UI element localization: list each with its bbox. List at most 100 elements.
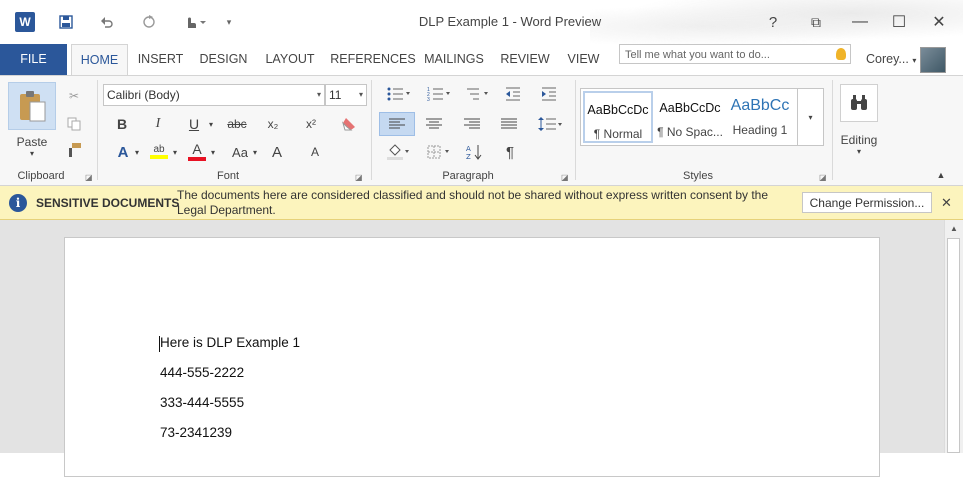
font-name-combo[interactable]: Calibri (Body) ▾ — [103, 84, 325, 106]
user-name: Corey... — [866, 52, 909, 66]
align-right-icon[interactable] — [462, 114, 482, 134]
svg-text:3: 3 — [427, 97, 430, 101]
style-sample: AaBbCcDc — [587, 103, 649, 117]
binoculars-icon[interactable] — [840, 84, 878, 122]
show-formatting-marks-button[interactable]: ¶ — [500, 142, 520, 162]
underline-dropdown-icon[interactable]: ▾ — [206, 114, 216, 134]
tab-layout[interactable]: LAYOUT — [262, 44, 318, 75]
redo-icon[interactable] — [138, 10, 160, 34]
collapse-ribbon-icon[interactable]: ▲ — [934, 168, 948, 182]
style-sample: AaBbCcDc — [659, 101, 721, 115]
touch-mode-icon[interactable] — [180, 10, 210, 34]
tab-file[interactable]: FILE — [0, 44, 67, 75]
tab-insert[interactable]: INSERT — [133, 44, 188, 75]
grow-font-button[interactable]: A — [266, 142, 288, 162]
font-launcher-icon[interactable]: ◪ — [355, 173, 363, 182]
styles-launcher-icon[interactable]: ◪ — [819, 173, 827, 182]
superscript-button[interactable]: x² — [300, 114, 322, 134]
help-button[interactable]: ? — [758, 8, 788, 36]
window-title: DLP Example 1 - Word Preview — [418, 14, 602, 29]
multilevel-list-icon[interactable] — [462, 84, 492, 104]
justify-icon[interactable] — [499, 114, 519, 134]
close-button[interactable]: ✕ — [924, 8, 954, 36]
message-bar-title: SENSITIVE DOCUMENTS — [36, 196, 180, 210]
document-line[interactable]: 444-555-2222 — [160, 365, 244, 380]
tell-me-search[interactable]: Tell me what you want to do... — [619, 44, 851, 64]
lightbulb-icon — [836, 48, 846, 60]
cut-icon[interactable]: ✂ — [64, 86, 84, 106]
avatar[interactable] — [920, 47, 946, 73]
bold-button[interactable]: B — [112, 114, 132, 134]
align-left-icon[interactable] — [379, 112, 415, 136]
tell-me-placeholder: Tell me what you want to do... — [625, 49, 770, 61]
clipboard-group-label: Clipboard — [17, 170, 65, 182]
paste-icon[interactable] — [8, 82, 56, 130]
document-line[interactable]: 73-2341239 — [160, 425, 232, 440]
change-permission-button[interactable]: Change Permission... — [802, 192, 932, 213]
styles-more-icon[interactable]: ▾ — [798, 88, 824, 146]
ribbon-display-button[interactable]: ⧉ — [801, 8, 831, 36]
shading-icon[interactable] — [384, 142, 414, 162]
customize-icon[interactable]: ▾ — [222, 10, 236, 34]
svg-text:A: A — [466, 145, 471, 153]
align-center-icon[interactable] — [424, 114, 444, 134]
format-painter-icon[interactable] — [64, 140, 84, 160]
group-divider — [575, 80, 576, 180]
shrink-font-button[interactable]: A — [304, 142, 326, 162]
paste-button[interactable]: Paste ▾ — [8, 130, 56, 162]
style-no-spacing[interactable]: AaBbCcDc ¶ No Spac... — [655, 91, 725, 143]
scrollbar-thumb[interactable] — [947, 238, 960, 453]
ribbon-home: Paste ▾ ✂ Clipboard ◪ Calibri (Body) ▾ 1… — [0, 75, 963, 186]
document-line[interactable]: 333-444-5555 — [160, 395, 244, 410]
clipboard-launcher-icon[interactable]: ◪ — [85, 173, 93, 182]
copy-icon[interactable] — [64, 114, 84, 134]
font-color-dropdown-icon[interactable]: ▾ — [208, 142, 218, 162]
styles-group-label: Styles — [683, 170, 713, 182]
group-divider — [832, 80, 833, 180]
strikethrough-button[interactable]: abc — [224, 114, 250, 134]
style-normal[interactable]: AaBbCcDc ¶ Normal — [583, 91, 653, 143]
save-icon[interactable] — [55, 10, 77, 34]
chevron-down-icon: ▾ — [358, 90, 363, 99]
editing-button[interactable]: Editing ▾ — [834, 128, 884, 160]
highlight-color-icon[interactable]: ab — [148, 140, 170, 162]
borders-icon[interactable] — [424, 142, 454, 162]
increase-indent-icon[interactable] — [539, 84, 559, 104]
tab-view[interactable]: VIEW — [561, 44, 606, 75]
line-spacing-icon[interactable] — [536, 114, 564, 134]
italic-button[interactable]: I — [148, 114, 168, 134]
tab-review[interactable]: REVIEW — [497, 44, 553, 75]
style-name: Heading 1 — [732, 123, 788, 137]
message-bar-close-icon[interactable]: ✕ — [941, 195, 952, 211]
highlight-dropdown-icon[interactable]: ▾ — [170, 142, 180, 162]
vertical-scrollbar[interactable]: ▲ — [944, 220, 963, 453]
subscript-button[interactable]: x₂ — [262, 114, 284, 134]
tab-design[interactable]: DESIGN — [196, 44, 251, 75]
clear-formatting-icon[interactable] — [338, 114, 360, 134]
numbering-icon[interactable]: 123 — [424, 84, 454, 104]
change-case-button[interactable]: Aa — [228, 142, 252, 162]
font-size-value: 11 — [329, 88, 342, 102]
sort-icon[interactable]: AZ — [464, 142, 484, 162]
change-case-dropdown-icon[interactable]: ▾ — [250, 142, 260, 162]
text-effects-icon[interactable]: A — [112, 142, 134, 162]
maximize-button[interactable]: ☐ — [884, 8, 914, 36]
font-color-icon[interactable]: A — [186, 140, 208, 162]
style-heading-1[interactable]: AaBbCc Heading 1 — [725, 91, 795, 143]
word-logo-icon[interactable]: W — [15, 12, 35, 32]
document-page[interactable]: Here is DLP Example 1 444-555-2222 333-4… — [64, 237, 880, 477]
bullets-icon[interactable] — [384, 84, 414, 104]
document-line[interactable]: Here is DLP Example 1 — [160, 335, 300, 350]
font-size-combo[interactable]: 11 ▾ — [325, 84, 367, 106]
minimize-button[interactable]: — — [845, 8, 875, 36]
tab-home[interactable]: HOME — [71, 44, 128, 77]
scroll-up-icon[interactable]: ▲ — [945, 220, 963, 236]
decrease-indent-icon[interactable] — [503, 84, 523, 104]
paragraph-launcher-icon[interactable]: ◪ — [561, 173, 569, 182]
tab-references[interactable]: REFERENCES — [328, 44, 418, 75]
underline-button[interactable]: U — [184, 114, 204, 134]
text-effects-dropdown-icon[interactable]: ▾ — [132, 142, 142, 162]
tab-mailings[interactable]: MAILINGS — [419, 44, 489, 75]
user-account[interactable]: Corey... ▾ — [866, 52, 916, 66]
undo-icon[interactable] — [96, 10, 118, 34]
